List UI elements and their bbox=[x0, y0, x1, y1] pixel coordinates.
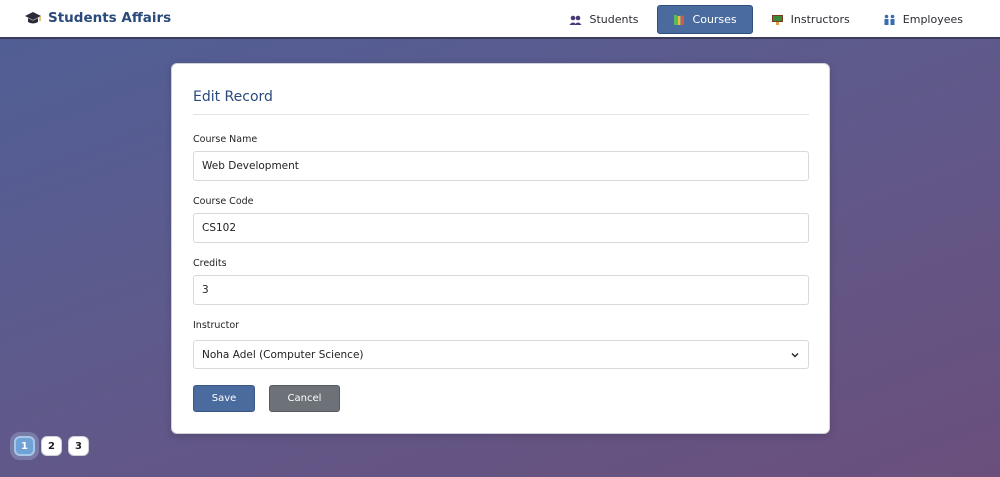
pagination: 1 2 3 bbox=[14, 436, 89, 456]
title-divider bbox=[193, 114, 809, 115]
nav-label: Employees bbox=[902, 13, 963, 26]
nav-label: Courses bbox=[692, 13, 737, 26]
books-icon bbox=[673, 14, 686, 26]
nav-item-students[interactable]: Students bbox=[554, 5, 653, 34]
instructor-select[interactable]: Noha Adel (Computer Science) bbox=[193, 340, 809, 369]
brand-title: Students Affairs bbox=[48, 10, 172, 26]
course-name-input[interactable] bbox=[193, 151, 809, 181]
graduation-cap-icon bbox=[24, 9, 42, 27]
cancel-button[interactable]: Cancel bbox=[269, 385, 340, 412]
nav-label: Instructors bbox=[790, 13, 850, 26]
nav-item-instructors[interactable]: Instructors bbox=[756, 5, 865, 34]
save-button[interactable]: Save bbox=[193, 385, 255, 412]
edit-record-card: Edit Record Course Name Course Code Cred… bbox=[171, 63, 830, 434]
page-button-2[interactable]: 2 bbox=[41, 436, 62, 456]
brand[interactable]: Students Affairs bbox=[24, 9, 171, 27]
credits-input[interactable] bbox=[193, 275, 809, 305]
page-button-3[interactable]: 3 bbox=[68, 436, 89, 456]
chevron-down-icon bbox=[790, 350, 800, 360]
course-code-input[interactable] bbox=[193, 213, 809, 243]
nav-item-employees[interactable]: Employees bbox=[868, 5, 978, 34]
credits-label: Credits bbox=[193, 258, 227, 269]
instructor-selected-value: Noha Adel (Computer Science) bbox=[202, 348, 364, 361]
page-button-1[interactable]: 1 bbox=[14, 436, 35, 456]
course-name-label: Course Name bbox=[193, 134, 258, 145]
employees-icon bbox=[883, 14, 896, 26]
users-icon bbox=[569, 14, 582, 26]
top-navbar: Students Affairs Students Courses Instru… bbox=[0, 0, 1000, 39]
nav-item-courses[interactable]: Courses bbox=[656, 5, 753, 34]
main-nav: Students Courses Instructors Employees bbox=[551, 5, 978, 34]
nav-label: Students bbox=[589, 13, 639, 26]
course-code-label: Course Code bbox=[193, 196, 254, 207]
instructor-label: Instructor bbox=[193, 320, 240, 331]
instructor-board-icon bbox=[771, 14, 784, 26]
form-title: Edit Record bbox=[193, 89, 273, 105]
